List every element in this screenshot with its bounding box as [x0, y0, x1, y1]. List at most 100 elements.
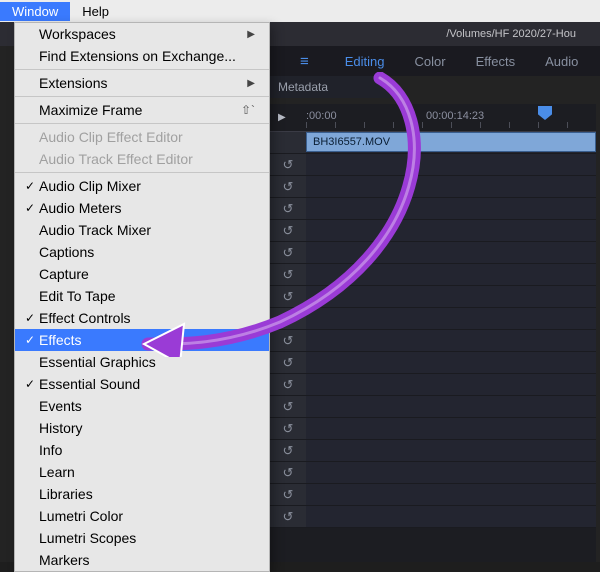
menu-item-audio-clip-mixer[interactable]: ✓Audio Clip Mixer [15, 175, 269, 197]
undo-icon[interactable]: ↺ [270, 286, 306, 308]
track-row: ↺ [270, 462, 596, 484]
menu-item-essential-graphics[interactable]: Essential Graphics [15, 351, 269, 373]
play-indicator-icon: ▶ [278, 112, 286, 123]
track-lane[interactable] [306, 198, 596, 220]
time-ruler[interactable]: ▶ :00:00 00:00:14:23 [270, 104, 596, 132]
menu-item-markers[interactable]: Markers [15, 549, 269, 571]
undo-icon[interactable]: ↺ [270, 308, 306, 330]
menu-item-effect-controls[interactable]: ✓Effect Controls [15, 307, 269, 329]
undo-icon[interactable]: ↺ [270, 198, 306, 220]
menu-item-libraries[interactable]: Libraries [15, 483, 269, 505]
undo-icon[interactable]: ↺ [270, 440, 306, 462]
tab-color[interactable]: Color [415, 54, 446, 69]
undo-icon[interactable]: ↺ [270, 176, 306, 198]
track-row: ↺ [270, 176, 596, 198]
video-clip[interactable]: BH3I6557.MOV [306, 132, 596, 152]
track-row: ↺ [270, 352, 596, 374]
track-lane[interactable] [306, 242, 596, 264]
menu-help[interactable]: Help [70, 2, 121, 21]
checkmark-icon: ✓ [21, 377, 39, 391]
menu-audio-clip-effect-editor: Audio Clip Effect Editor [15, 126, 269, 148]
track-lane[interactable]: BH3I6557.MOV [306, 132, 596, 154]
track-row: ↺ [270, 374, 596, 396]
track-row: ↺ [270, 242, 596, 264]
track-lane[interactable] [306, 440, 596, 462]
menu-item-events[interactable]: Events [15, 395, 269, 417]
menu-workspaces[interactable]: Workspaces▶ [15, 23, 269, 45]
track-lane[interactable] [306, 374, 596, 396]
tab-audio[interactable]: Audio [545, 54, 578, 69]
menu-item-learn[interactable]: Learn [15, 461, 269, 483]
undo-icon[interactable]: ↺ [270, 220, 306, 242]
menu-item-effects[interactable]: ✓Effects [15, 329, 269, 351]
menu-find-extensions[interactable]: Find Extensions on Exchange... [15, 45, 269, 67]
menu-item-lumetri-scopes[interactable]: Lumetri Scopes [15, 527, 269, 549]
track-row: ↺ [270, 506, 596, 528]
track-lane[interactable] [306, 484, 596, 506]
menu-item-label: Lumetri Color [39, 508, 255, 524]
submenu-arrow-icon: ▶ [247, 78, 255, 89]
menu-item-edit-to-tape[interactable]: Edit To Tape [15, 285, 269, 307]
menu-item-label: Audio Meters [39, 200, 255, 216]
menu-item-label: Essential Graphics [39, 354, 255, 370]
track-row: ↺ [270, 220, 596, 242]
ruler-tick-1: 00:00:14:23 [426, 110, 484, 122]
hamburger-icon[interactable]: ≡ [300, 53, 309, 70]
undo-icon[interactable]: ↺ [270, 330, 306, 352]
checkmark-icon: ✓ [21, 311, 39, 325]
undo-icon[interactable]: ↺ [270, 418, 306, 440]
menu-item-label: Captions [39, 244, 255, 260]
menu-item-history[interactable]: History [15, 417, 269, 439]
undo-icon[interactable]: ↺ [270, 352, 306, 374]
tab-effects[interactable]: Effects [476, 54, 516, 69]
track-row: ↺ [270, 264, 596, 286]
track-toggle[interactable] [270, 132, 306, 154]
track-lane[interactable] [306, 396, 596, 418]
separator [15, 172, 269, 173]
track-lane[interactable] [306, 176, 596, 198]
track-lane[interactable] [306, 286, 596, 308]
tab-editing[interactable]: Editing [345, 54, 385, 69]
menu-item-audio-track-mixer[interactable]: Audio Track Mixer [15, 219, 269, 241]
timeline-panel: ▶ :00:00 00:00:14:23 BH3I6557.MOV ↺↺↺↺↺↺… [270, 104, 596, 562]
undo-icon[interactable]: ↺ [270, 264, 306, 286]
track-lane[interactable] [306, 308, 596, 330]
undo-icon[interactable]: ↺ [270, 462, 306, 484]
track-lane[interactable] [306, 462, 596, 484]
undo-icon[interactable]: ↺ [270, 484, 306, 506]
ruler-tickmarks [306, 122, 596, 130]
track-row: ↺ [270, 198, 596, 220]
panel-tab-metadata[interactable]: Metadata [270, 76, 390, 98]
menu-item-info[interactable]: Info [15, 439, 269, 461]
checkmark-icon: ✓ [21, 179, 39, 193]
undo-icon[interactable]: ↺ [270, 396, 306, 418]
menu-extensions[interactable]: Extensions▶ [15, 72, 269, 94]
track-lane[interactable] [306, 264, 596, 286]
track-lane[interactable] [306, 220, 596, 242]
menu-item-essential-sound[interactable]: ✓Essential Sound [15, 373, 269, 395]
track-lane[interactable] [306, 330, 596, 352]
checkmark-icon: ✓ [21, 201, 39, 215]
menu-maximize-frame[interactable]: Maximize Frame⇧` [15, 99, 269, 121]
undo-icon[interactable]: ↺ [270, 242, 306, 264]
track-lane[interactable] [306, 506, 596, 528]
undo-icon[interactable]: ↺ [270, 154, 306, 176]
track-row: ↺ [270, 330, 596, 352]
menu-item-label: Audio Clip Mixer [39, 178, 255, 194]
track-row: ↺ [270, 418, 596, 440]
track-lane[interactable] [306, 352, 596, 374]
workspace-tabbar: ≡ Editing Color Effects Audio [270, 46, 600, 76]
menu-item-audio-meters[interactable]: ✓Audio Meters [15, 197, 269, 219]
undo-icon[interactable]: ↺ [270, 506, 306, 528]
playhead[interactable] [538, 106, 552, 120]
menu-item-label: Effects [39, 332, 255, 348]
menu-item-captions[interactable]: Captions [15, 241, 269, 263]
menu-item-capture[interactable]: Capture [15, 263, 269, 285]
undo-icon[interactable]: ↺ [270, 374, 306, 396]
track-row: ↺ [270, 484, 596, 506]
track-lane[interactable] [306, 418, 596, 440]
menu-item-label: History [39, 420, 255, 436]
menu-item-lumetri-color[interactable]: Lumetri Color [15, 505, 269, 527]
track-lane[interactable] [306, 154, 596, 176]
menu-window[interactable]: Window [0, 2, 70, 21]
